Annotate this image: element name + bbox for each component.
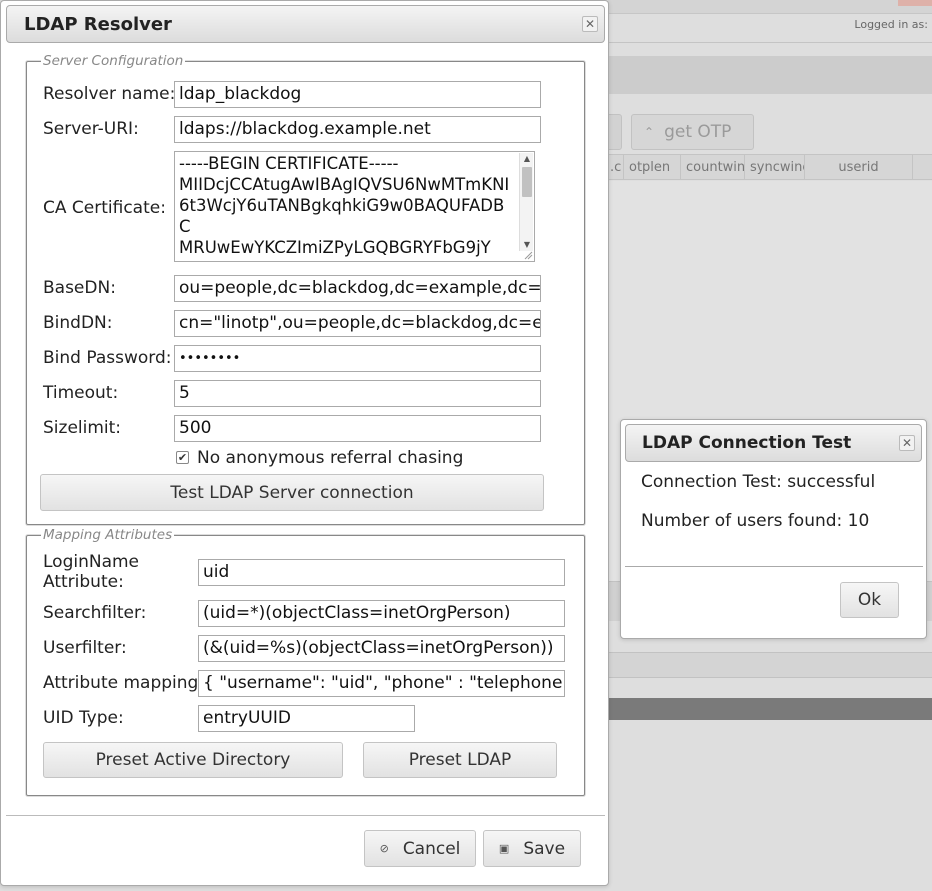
basedn-input[interactable]: ou=people,dc=blackdog,dc=example,dc=net xyxy=(174,275,541,302)
table-column-header: otplen xyxy=(624,155,681,179)
logged-in-label: Logged in as: xyxy=(854,18,928,31)
ca-certificate-line: 6t3WcjY6uTANBgkqhkiG9w0BAQUFADB xyxy=(179,196,505,215)
bind-password-label: Bind Password: xyxy=(43,348,172,368)
basedn-label: BaseDN: xyxy=(43,278,116,298)
ca-certificate-line: C xyxy=(179,217,191,236)
ldap-connection-test-dialog: LDAP Connection Test ✕ Connection Test: … xyxy=(620,419,927,639)
searchfilter-label: Searchfilter: xyxy=(43,603,147,623)
binddn-label: BindDN: xyxy=(43,313,113,333)
ca-certificate-line: MIIDcjCCAtugAwIBAgIQVSU6NwMTmKNI xyxy=(179,175,510,194)
background-divider xyxy=(608,42,932,43)
cancel-button-label: Cancel xyxy=(402,838,461,859)
bind-password-input[interactable]: •••••••• xyxy=(174,345,541,372)
dialog-title: LDAP Connection Test xyxy=(642,433,852,453)
dialog-titlebar[interactable]: LDAP Resolver ✕ xyxy=(6,5,605,43)
ca-certificate-line: -----BEGIN CERTIFICATE----- xyxy=(179,154,399,173)
userfilter-label: Userfilter: xyxy=(43,638,127,658)
scroll-down-arrow-icon[interactable]: ▼ xyxy=(520,239,534,251)
server-uri-input[interactable]: ldaps://blackdog.example.net xyxy=(174,116,541,143)
server-configuration-legend: Server Configuration xyxy=(41,53,186,69)
no-referral-label: No anonymous referral chasing xyxy=(197,448,464,468)
uid-type-input[interactable]: entryUUID xyxy=(198,705,415,732)
cancel-button[interactable]: ⊘ Cancel xyxy=(364,830,476,867)
get-otp-label: get OTP xyxy=(664,122,732,142)
resolver-name-input[interactable]: ldap_blackdog xyxy=(174,81,541,108)
save-button-label: Save xyxy=(523,838,566,859)
timeout-input[interactable]: 5 xyxy=(174,380,541,407)
token-table-header: .c otplen countwin syncwinc userid xyxy=(608,154,932,180)
ca-certificate-label: CA Certificate: xyxy=(43,198,166,218)
attribute-mapping-input[interactable]: { "username": "uid", "phone" : "telephon… xyxy=(198,670,565,697)
sizelimit-label: Sizelimit: xyxy=(43,418,122,438)
background-toolbar xyxy=(608,56,932,94)
resolver-name-label: Resolver name: xyxy=(43,84,176,104)
save-button[interactable]: ▣ Save xyxy=(483,830,581,867)
timeout-label: Timeout: xyxy=(43,383,119,403)
mapping-attributes-legend: Mapping Attributes xyxy=(41,527,175,543)
get-otp-button: ⌃ get OTP xyxy=(631,114,754,150)
scroll-up-arrow-icon[interactable]: ▲ xyxy=(520,153,534,165)
scroll-thumb[interactable] xyxy=(522,167,532,197)
background-logo xyxy=(898,0,932,6)
preset-active-directory-button[interactable]: Preset Active Directory xyxy=(43,742,343,778)
no-referral-checkbox[interactable]: ✔ xyxy=(176,451,189,464)
close-icon[interactable]: ✕ xyxy=(899,435,915,451)
dialog-title: LDAP Resolver xyxy=(24,13,172,35)
ldap-resolver-dialog: LDAP Resolver ✕ Server Configuration Res… xyxy=(0,0,609,886)
users-found-count: Number of users found: 10 xyxy=(641,511,870,531)
textarea-scrollbar[interactable]: ▲ ▼ xyxy=(519,153,533,251)
test-ldap-connection-button[interactable]: Test LDAP Server connection xyxy=(40,474,544,511)
close-icon[interactable]: ✕ xyxy=(582,16,598,32)
connection-test-result: Connection Test: successful xyxy=(641,472,876,492)
save-icon: ▣ xyxy=(498,842,510,855)
ca-certificate-textarea[interactable]: -----BEGIN CERTIFICATE----- MIIDcjCCAtug… xyxy=(174,151,535,262)
chevron-up-icon: ⌃ xyxy=(644,125,655,139)
table-column-header: countwin xyxy=(681,155,745,179)
cancel-icon: ⊘ xyxy=(379,842,389,855)
dialog-footer-divider xyxy=(6,815,605,816)
table-column-header: .c xyxy=(608,155,624,179)
background-dark-bar xyxy=(608,698,932,720)
background-header xyxy=(608,0,932,14)
loginname-attribute-input[interactable]: uid xyxy=(198,559,565,586)
table-column-header: userid xyxy=(805,155,913,179)
server-uri-label: Server-URI: xyxy=(43,119,139,139)
background-strip xyxy=(608,652,932,678)
sizelimit-input[interactable]: 500 xyxy=(174,415,541,442)
loginname-attribute-label: LoginName Attribute: xyxy=(43,552,139,592)
preset-ldap-button[interactable]: Preset LDAP xyxy=(363,742,557,778)
table-column-header: syncwinc xyxy=(745,155,805,179)
loginname-label-line: Attribute: xyxy=(43,572,124,592)
loginname-label-line: LoginName xyxy=(43,552,140,572)
attribute-mapping-label: Attribute mapping: xyxy=(43,673,205,693)
uid-type-label: UID Type: xyxy=(43,708,124,728)
binddn-input[interactable]: cn="linotp",ou=people,dc=blackdog,dc=exa… xyxy=(174,310,541,337)
userfilter-input[interactable]: (&(uid=%s)(objectClass=inetOrgPerson)) xyxy=(198,635,565,662)
ok-button[interactable]: Ok xyxy=(840,582,899,618)
resize-grip-icon[interactable] xyxy=(524,251,533,260)
ca-certificate-line: MRUwEwYKCZImiZPyLGQBGRYFbG9jY xyxy=(179,238,491,257)
dialog-footer-divider xyxy=(625,566,923,567)
dialog-titlebar[interactable]: LDAP Connection Test ✕ xyxy=(625,424,922,462)
searchfilter-input[interactable]: (uid=*)(objectClass=inetOrgPerson) xyxy=(198,600,565,627)
